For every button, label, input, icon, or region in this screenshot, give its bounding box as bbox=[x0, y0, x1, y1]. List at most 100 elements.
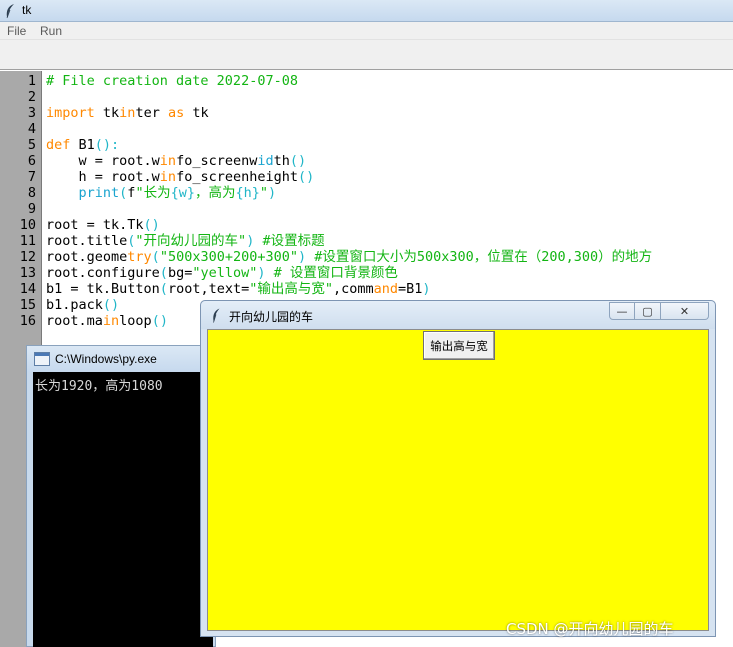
tk-window[interactable]: 开向幼儿园的车 — ▢ ✕ 输出高与宽 bbox=[200, 300, 716, 637]
menu-file[interactable]: File bbox=[7, 24, 26, 38]
menu-run[interactable]: Run bbox=[40, 24, 62, 38]
code-token: h = root.w bbox=[46, 169, 160, 185]
close-button[interactable]: ✕ bbox=[661, 302, 709, 320]
code-token: th bbox=[273, 153, 290, 169]
line-number: 4 bbox=[27, 121, 36, 137]
code-line: root.mainloop() bbox=[46, 313, 168, 329]
line-number: 12 bbox=[19, 249, 36, 265]
output-size-button[interactable]: 输出高与宽 bbox=[423, 331, 495, 360]
code-line: root.geometry("500x300+200+300") #设置窗口大小… bbox=[46, 249, 652, 265]
code-token: tk bbox=[184, 105, 209, 121]
code-token: in bbox=[119, 105, 136, 121]
output-size-button-label: 输出高与宽 bbox=[430, 338, 488, 353]
code-line: root.configure(bg="yellow") # 设置窗口背景颜色 bbox=[46, 265, 398, 281]
code-token: () bbox=[151, 313, 168, 329]
code-token: b1.pack bbox=[46, 297, 103, 313]
console-output-text: 长为1920，高为1080 bbox=[35, 379, 163, 394]
code-token: in bbox=[159, 153, 177, 169]
code-token: in bbox=[159, 169, 177, 185]
code-token: ( bbox=[151, 249, 160, 265]
code-token: id bbox=[257, 153, 274, 169]
watermark: CSDN @开向幼儿园的车 bbox=[506, 620, 674, 638]
code-token: root,text= bbox=[167, 281, 250, 297]
maximize-icon: ▢ bbox=[642, 304, 653, 318]
code-token: root.title bbox=[46, 233, 128, 249]
code-line: root = tk.Tk() bbox=[46, 217, 160, 233]
code-line: w = root.winfo_screenwidth() bbox=[46, 153, 307, 169]
code-token: "开向幼儿园的车" bbox=[135, 233, 247, 249]
code-line: import tkinter as tk bbox=[46, 105, 209, 121]
code-line: print(f"长为{w}，高为{h}") bbox=[46, 185, 277, 201]
code-line: def B1(): bbox=[46, 137, 119, 153]
code-token: # File creation date 2022-07-08 bbox=[46, 73, 298, 89]
maximize-button[interactable]: ▢ bbox=[635, 302, 661, 320]
minimize-button[interactable]: — bbox=[609, 302, 635, 320]
code-token: # 设置窗口背景颜色 bbox=[265, 265, 398, 281]
line-number: 10 bbox=[19, 217, 36, 233]
tk-window-content: 输出高与宽 bbox=[207, 329, 709, 631]
window-controls: — ▢ ✕ bbox=[609, 302, 709, 322]
code-token: root.geome bbox=[46, 249, 128, 265]
code-token: ) bbox=[297, 249, 307, 265]
line-number: 13 bbox=[19, 265, 36, 281]
console-app-icon bbox=[34, 352, 50, 366]
tk-window-titlebar[interactable]: 开向幼儿园的车 — ▢ ✕ bbox=[201, 301, 715, 329]
code-token: def bbox=[46, 137, 71, 153]
line-number: 9 bbox=[27, 201, 36, 217]
console-output-area[interactable]: 长为1920，高为1080 bbox=[33, 372, 213, 647]
code-token: root = tk.Tk bbox=[46, 217, 144, 233]
code-line: b1.pack() bbox=[46, 297, 119, 313]
code-token: ( bbox=[159, 281, 168, 297]
code-token: ( bbox=[159, 265, 168, 281]
main-window-titlebar[interactable]: tk bbox=[0, 0, 733, 22]
line-number: 15 bbox=[19, 297, 36, 313]
line-number: 5 bbox=[27, 137, 36, 153]
code-token: w = root.w bbox=[46, 153, 160, 169]
code-token: ) bbox=[422, 281, 431, 297]
code-token: and bbox=[373, 281, 399, 297]
code-token: (): bbox=[94, 137, 120, 153]
console-window[interactable]: C:\Windows\py.exe 长为1920，高为1080 bbox=[26, 345, 216, 647]
code-line: b1 = tk.Button(root,text="输出高与宽",command… bbox=[46, 281, 431, 297]
minimize-icon: — bbox=[616, 304, 628, 318]
code-token: "输出高与宽" bbox=[249, 281, 333, 297]
code-token: ) bbox=[268, 185, 277, 201]
console-titlebar[interactable]: C:\Windows\py.exe bbox=[27, 346, 215, 372]
code-token: =B1 bbox=[398, 281, 423, 297]
code-token: " bbox=[259, 185, 268, 201]
code-token: #设置标题 bbox=[254, 233, 325, 249]
code-token: print bbox=[78, 185, 120, 201]
code-token: ) bbox=[257, 265, 266, 281]
code-token: try bbox=[127, 249, 152, 265]
main-window-title: tk bbox=[22, 3, 32, 17]
code-line: root.title("开向幼儿园的车") #设置标题 bbox=[46, 233, 325, 249]
code-token: as bbox=[167, 105, 185, 121]
code-token: {h} bbox=[235, 185, 260, 201]
code-token: ，高为 bbox=[194, 185, 236, 201]
line-number: 16 bbox=[19, 313, 36, 329]
code-token: () bbox=[102, 297, 120, 313]
code-token: b1 = tk.Button bbox=[46, 281, 160, 297]
code-token: bg= bbox=[167, 265, 193, 281]
line-number: 8 bbox=[27, 185, 36, 201]
code-token: "500x300+200+300" bbox=[159, 249, 298, 265]
code-token: root.configure bbox=[46, 265, 160, 281]
console-title: C:\Windows\py.exe bbox=[55, 352, 157, 366]
toolbar-area bbox=[0, 40, 733, 70]
line-number: 1 bbox=[27, 73, 36, 89]
code-token: "yellow" bbox=[192, 265, 258, 281]
line-number: 7 bbox=[27, 169, 36, 185]
code-line: h = root.winfo_screenheight() bbox=[46, 169, 315, 185]
code-token: () bbox=[143, 217, 160, 233]
code-token: fo_screenw bbox=[176, 153, 258, 169]
code-token: fo_screenheight bbox=[176, 169, 298, 185]
code-token: loop bbox=[119, 313, 152, 329]
code-token: import bbox=[46, 105, 95, 121]
code-token: "长为 bbox=[135, 185, 171, 201]
menubar: File Run bbox=[0, 22, 733, 40]
code-token: in bbox=[102, 313, 120, 329]
code-token: ter bbox=[135, 105, 168, 121]
feather-icon bbox=[213, 308, 220, 323]
code-token: tk bbox=[94, 105, 120, 121]
